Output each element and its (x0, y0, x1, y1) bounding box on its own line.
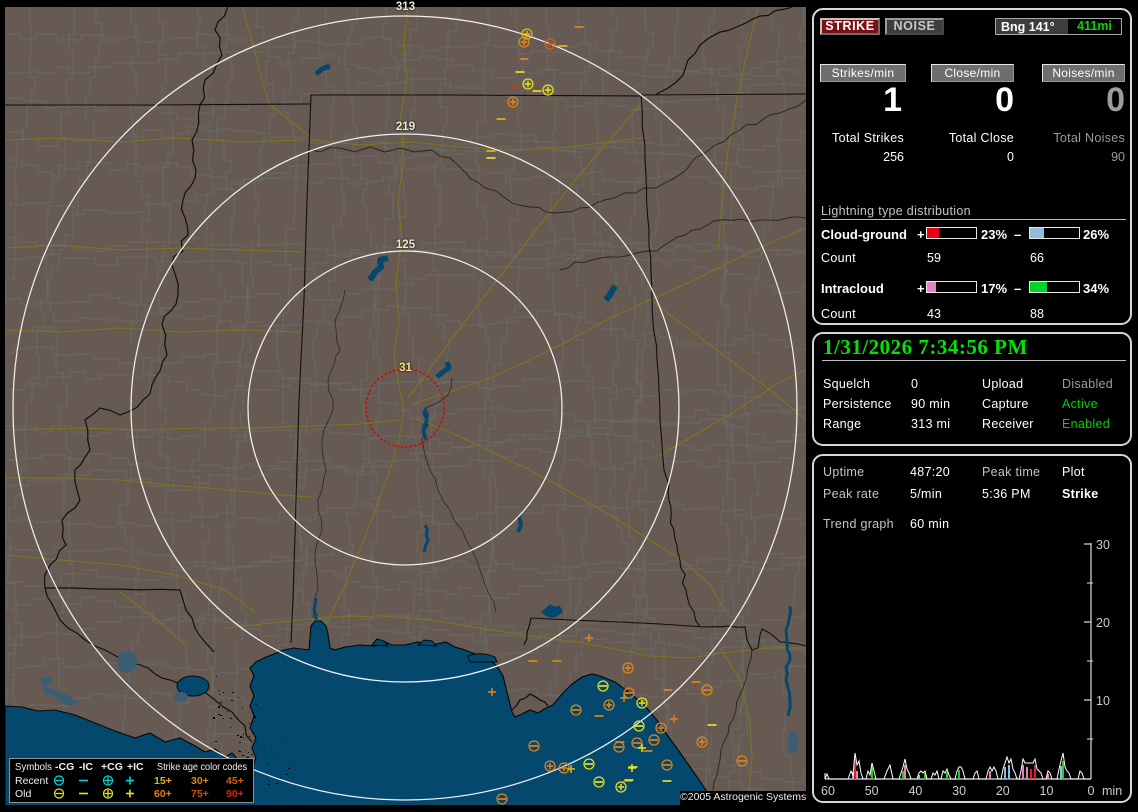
svg-text:+CG: +CG (101, 761, 123, 773)
svg-text:-IC: -IC (79, 761, 93, 773)
svg-text:75+: 75+ (191, 788, 209, 800)
svg-text:50: 50 (865, 784, 879, 798)
svg-text:60: 60 (821, 784, 835, 798)
svg-text:20: 20 (1096, 616, 1110, 630)
svg-text:-CG: -CG (55, 761, 74, 773)
svg-text:90+: 90+ (226, 788, 244, 800)
svg-text:Strike age color codes: Strike age color codes (157, 761, 247, 773)
svg-text:15+: 15+ (154, 775, 172, 787)
svg-text:30: 30 (952, 784, 966, 798)
svg-text:Old: Old (15, 788, 32, 800)
svg-text:40: 40 (908, 784, 922, 798)
svg-text:0: 0 (1088, 784, 1095, 798)
svg-text:+IC: +IC (127, 761, 144, 773)
svg-text:10: 10 (1040, 784, 1054, 798)
svg-text:20: 20 (996, 784, 1010, 798)
svg-text:10: 10 (1096, 694, 1110, 708)
svg-text:Recent: Recent (15, 775, 48, 787)
svg-text:45+: 45+ (226, 775, 244, 787)
svg-text:30: 30 (1096, 538, 1110, 552)
svg-text:30+: 30+ (191, 775, 209, 787)
svg-text:60+: 60+ (154, 788, 172, 800)
svg-text:min: min (1102, 784, 1122, 798)
svg-text:Symbols: Symbols (15, 761, 52, 773)
